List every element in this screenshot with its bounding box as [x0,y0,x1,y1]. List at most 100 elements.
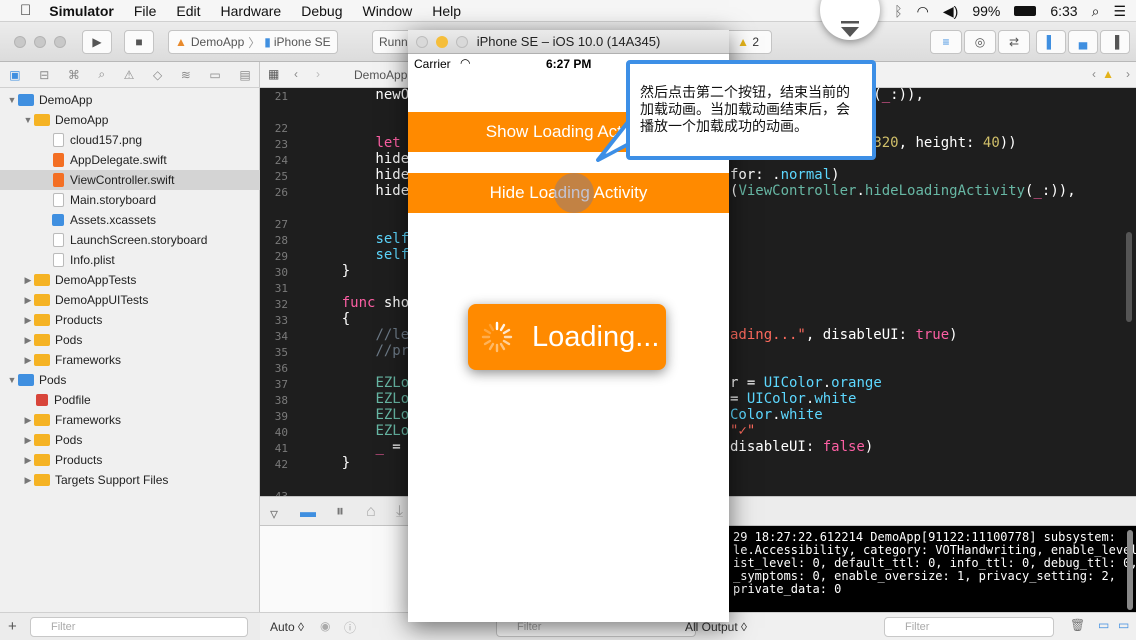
code-line[interactable]: } [308,455,350,471]
breadcrumb[interactable]: DemoApp [354,68,407,82]
line-number[interactable]: 29 [275,250,288,263]
code-line[interactable]: self [308,231,409,247]
navigator-row[interactable]: ▶ Frameworks [0,410,260,430]
disclosure-triangle-icon[interactable]: ▼ [6,95,18,105]
navigator-row[interactable]: ▶ Frameworks [0,350,260,370]
line-number[interactable]: 39 [275,410,288,423]
notification-center-icon[interactable]: ☰ [1113,3,1126,20]
add-icon[interactable]: + [8,618,17,635]
code-line[interactable]: hide [308,183,409,199]
run-button[interactable]: ▶ [82,30,112,54]
auto-scope-selector[interactable]: Auto ◊ [270,620,304,634]
navigator-row[interactable]: LaunchScreen.storyboard [0,230,260,250]
menu-app-name[interactable]: Simulator [49,3,114,19]
sim-close-button[interactable] [416,36,428,48]
spotlight-icon[interactable]: ⌕ [1092,3,1100,20]
navigator-row[interactable]: ▼ DemoApp [0,90,260,110]
issue-prev-icon[interactable]: ‹ [1092,67,1096,81]
code-line[interactable]: disableUI: false) [730,439,873,455]
navigator-row[interactable]: Main.storyboard [0,190,260,210]
disclosure-triangle-icon[interactable]: ▶ [22,435,34,446]
line-number[interactable]: 40 [275,426,288,439]
source-control-icon[interactable]: ⊟ [39,68,49,82]
stop-button[interactable]: ■ [124,30,154,54]
eye-icon[interactable]: ◉ [320,619,330,633]
line-number[interactable]: 33 [275,314,288,327]
warning-icon[interactable]: ▲ [737,35,749,49]
standard-editor-button[interactable]: ≡ [930,30,962,54]
sim-zoom-button[interactable] [456,36,468,48]
line-number[interactable]: 28 [275,234,288,247]
step-over-icon[interactable]: ⌂ [366,503,376,521]
wifi-icon[interactable]: ◠ [917,3,929,20]
toggle-navigator-button[interactable]: ▌ [1036,30,1066,54]
code-line[interactable]: (ViewController.hideLoadingActivity(_:))… [730,183,1076,199]
line-number[interactable]: 41 [275,442,288,455]
output-selector[interactable]: All Output ◊ [685,620,747,634]
code-line[interactable]: newO [308,87,409,103]
symbol-icon[interactable]: ⌘ [68,68,80,82]
toggle-utilities-button[interactable]: ▐ [1100,30,1130,54]
code-line[interactable]: for: .normal) [730,167,840,183]
navigator-row[interactable]: ▶ Products [0,450,260,470]
menu-help[interactable]: Help [432,3,461,19]
pause-icon[interactable]: ⏸ [336,503,344,521]
navigator-row[interactable]: AppDelegate.swift [0,150,260,170]
debug-nav-icon[interactable]: ≋ [181,68,191,82]
code-line[interactable]: hide [308,167,409,183]
warning-icon[interactable]: ▲ [1102,67,1114,81]
code-line[interactable]: "✓" [730,423,755,439]
disclosure-triangle-icon[interactable]: ▶ [22,275,34,286]
line-number[interactable]: 38 [275,394,288,407]
find-icon[interactable]: ⌕ [98,67,105,82]
console-filter-field[interactable]: Filter [884,617,1054,637]
line-number[interactable]: 34 [275,330,288,343]
line-number[interactable]: 35 [275,346,288,359]
screen-recorder-handle[interactable] [820,0,880,40]
menu-debug[interactable]: Debug [301,3,342,19]
line-number[interactable]: 36 [275,362,288,375]
line-number[interactable]: 21 [275,90,288,103]
test-icon[interactable]: ◇ [153,68,162,82]
line-number[interactable]: 30 [275,266,288,279]
navigator-row[interactable]: ▼ Pods [0,370,260,390]
navigator-filter-field[interactable]: Filter [30,617,248,637]
code-line[interactable]: _ = [308,439,400,455]
menu-edit[interactable]: Edit [176,3,200,19]
scheme-selector[interactable]: ▲ DemoApp 〉 ▮ iPhone SE [168,30,338,54]
back-icon[interactable]: ‹ [294,67,298,81]
hide-debug-icon[interactable]: ▿ [270,504,278,524]
battery-percent[interactable]: 99% [972,3,1000,19]
zoom-window-button[interactable] [54,36,66,48]
line-number[interactable]: 27 [275,218,288,231]
simulator-title-bar[interactable]: iPhone SE – iOS 10.0 (14A345) [408,30,729,54]
console-scrollbar[interactable] [1127,530,1133,610]
line-number[interactable]: 42 [275,458,288,471]
line-number[interactable]: 23 [275,138,288,151]
code-line[interactable]: hide [308,151,409,167]
code-line[interactable]: r = UIColor.orange [730,375,882,391]
console-output[interactable]: 29 18:27:22.612214 DemoApp[91122:1110077… [728,526,1136,616]
toggle-debug-area-button[interactable]: ▄ [1068,30,1098,54]
navigator-row[interactable]: ▶ Targets Support Files [0,470,260,490]
code-line[interactable]: self [308,247,409,263]
navigator-row[interactable]: ▶ Products [0,310,260,330]
report-icon[interactable]: ▤ [239,68,250,82]
navigator-row[interactable]: ▶ Pods [0,430,260,450]
line-number[interactable]: 24 [275,154,288,167]
code-line[interactable]: ading...", disableUI: true) [730,327,958,343]
bluetooth-icon[interactable]: ᛒ [894,3,902,19]
code-line[interactable]: = UIColor.white [730,391,856,407]
menu-file[interactable]: File [134,3,157,19]
clock[interactable]: 6:33 [1050,3,1077,19]
step-in-icon[interactable]: ⤓ [396,503,403,521]
version-editor-button[interactable]: ⇄ [998,30,1030,54]
disclosure-triangle-icon[interactable]: ▶ [22,475,34,486]
volume-icon[interactable]: ◀) [943,3,958,20]
menu-hardware[interactable]: Hardware [221,3,282,19]
close-window-button[interactable] [14,36,26,48]
disclosure-triangle-icon[interactable]: ▼ [6,375,18,385]
battery-icon[interactable] [1014,6,1037,16]
navigator-row[interactable]: ▶ DemoAppUITests [0,290,260,310]
issue-next-icon[interactable]: › [1126,67,1130,81]
